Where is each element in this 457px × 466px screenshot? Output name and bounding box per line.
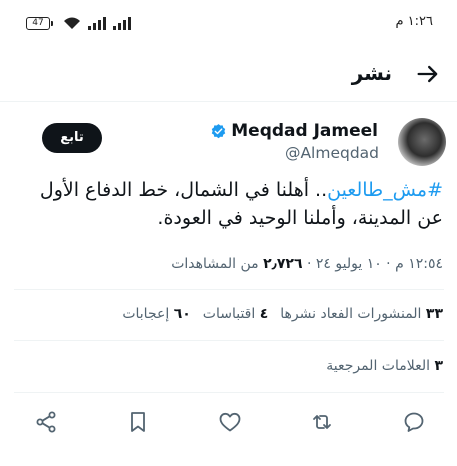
status-indicators: 47 xyxy=(26,16,132,30)
tweet-text: #مش_طالعين.. أهلنا في الشمال، خط الدفاع … xyxy=(13,176,443,232)
likes-stat[interactable]: ٦٠ إعجابات xyxy=(122,306,190,322)
signal-icon xyxy=(88,17,106,30)
author-name-row[interactable]: Meqdad Jameel xyxy=(210,121,378,141)
likes-count: ٦٠ xyxy=(173,306,191,322)
views-count: ٢٫٧٢٦ xyxy=(263,256,303,272)
hashtag-link[interactable]: #مش_طالعين xyxy=(327,179,443,201)
repost-icon[interactable] xyxy=(310,410,334,434)
meta-divider xyxy=(14,289,444,290)
author-handle[interactable]: @Almeqdad xyxy=(285,144,379,162)
bookmark-icon[interactable] xyxy=(126,410,150,434)
share-icon[interactable] xyxy=(34,410,58,434)
quotes-label: اقتباسات xyxy=(202,306,256,322)
bookmarks-stat[interactable]: ٣ العلامات المرجعية xyxy=(326,358,443,374)
tweet-timestamp[interactable]: ١٢:٥٤ م · ١٠ يوليو ٢٤ · xyxy=(303,256,443,272)
battery-icon: 47 xyxy=(26,16,53,30)
reposts-label: المنشورات الفعاد نشرها xyxy=(280,306,422,322)
quotes-stat[interactable]: ٤ اقتباسات xyxy=(203,306,268,322)
views-label: من المشاهدات xyxy=(171,256,264,272)
bookmarks-divider xyxy=(14,392,444,393)
page-title: نشر xyxy=(351,61,392,85)
battery-level: 47 xyxy=(32,17,44,28)
wifi-icon xyxy=(64,17,80,29)
follow-button[interactable]: تابع xyxy=(42,123,102,153)
header-divider xyxy=(0,101,457,102)
status-bar: 47 ١:٢٦ م xyxy=(0,0,457,48)
action-bar xyxy=(0,405,457,441)
top-app-bar: نشر xyxy=(0,48,457,100)
signal-icon-2 xyxy=(113,17,131,30)
reply-icon[interactable] xyxy=(402,410,426,434)
heart-icon[interactable] xyxy=(218,410,242,434)
likes-label: إعجابات xyxy=(122,306,170,322)
arrow-right-icon[interactable] xyxy=(414,60,442,88)
tweet-meta: ١٢:٥٤ م · ١٠ يوليو ٢٤ · ٢٫٧٢٦ من المشاهد… xyxy=(171,256,443,272)
author-name: Meqdad Jameel xyxy=(231,121,378,141)
avatar[interactable] xyxy=(398,118,446,166)
bookmarks-label: العلامات المرجعية xyxy=(326,358,430,374)
verified-badge-icon xyxy=(212,123,226,138)
status-time: ١:٢٦ م xyxy=(395,14,433,29)
bookmarks-count: ٣ xyxy=(434,358,443,374)
engagement-stats: ٣٣ المنشورات الفعاد نشرها ٤ اقتباسات ٦٠ … xyxy=(122,306,443,322)
reposts-count: ٣٣ xyxy=(425,306,443,322)
engagement-divider xyxy=(14,340,444,341)
quotes-count: ٤ xyxy=(259,306,269,322)
reposts-stat[interactable]: ٣٣ المنشورات الفعاد نشرها xyxy=(280,306,443,322)
